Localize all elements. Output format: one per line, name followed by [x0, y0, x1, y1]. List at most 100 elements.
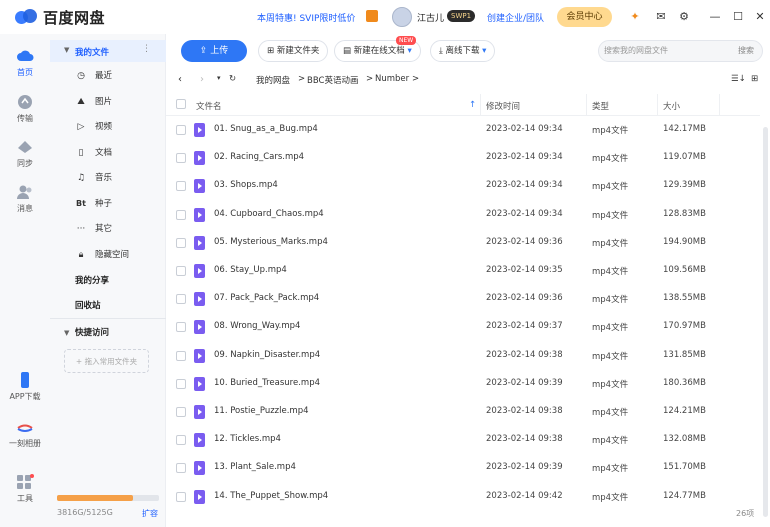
- sidebar-item-torrent[interactable]: Bt 种子: [50, 194, 166, 214]
- add-favorite-folder[interactable]: + 拖入常用文件夹: [64, 349, 149, 373]
- refresh-icon[interactable]: ↻: [229, 74, 236, 84]
- row-checkbox[interactable]: [176, 322, 186, 333]
- table-row[interactable]: 07. Pack_Pack_Pack.mp4 2023-02-14 09:36 mp…: [166, 285, 760, 313]
- file-name[interactable]: 03. Shops.mp4: [214, 180, 278, 190]
- sidebar-item-recycle[interactable]: 回收站: [50, 296, 166, 316]
- file-name[interactable]: 10. Buried_Treasure.mp4: [214, 378, 320, 388]
- file-name[interactable]: 11. Postie_Puzzle.mp4: [214, 406, 309, 416]
- scrollbar[interactable]: [763, 127, 768, 517]
- offline-download-button[interactable]: ⤓ 离线下载 ▾: [430, 40, 496, 62]
- sidebar-item-hidden-space[interactable]: 🔒︎ 隐藏空间: [50, 245, 166, 265]
- more-options-icon[interactable]: ⋮: [142, 44, 151, 54]
- header-modified[interactable]: 修改时间: [486, 100, 520, 112]
- history-dropdown-icon[interactable]: ▾: [217, 74, 221, 82]
- sidebar-item-video[interactable]: ▷ 视频: [50, 117, 166, 137]
- table-row[interactable]: 14. The_Puppet_Show.mp4 2023-02-14 09:42 m…: [166, 483, 760, 511]
- row-checkbox[interactable]: [176, 237, 186, 248]
- row-checkbox[interactable]: [176, 209, 186, 220]
- back-icon[interactable]: ‹: [178, 74, 182, 85]
- header-type[interactable]: 类型: [592, 100, 609, 112]
- forward-icon[interactable]: ›: [200, 74, 204, 85]
- file-name[interactable]: 09. Napkin_Disaster.mp4: [214, 350, 320, 360]
- file-name[interactable]: 14. The_Puppet_Show.mp4: [214, 491, 328, 501]
- breadcrumb-folder[interactable]: BBC英语动画: [307, 74, 358, 86]
- avatar[interactable]: [392, 7, 412, 27]
- rail-message[interactable]: 消息: [0, 184, 50, 214]
- row-checkbox[interactable]: [176, 266, 186, 276]
- sidebar-item-images[interactable]: ⛰ 图片: [50, 92, 166, 112]
- quick-access-header[interactable]: ▼ 快捷访问: [50, 323, 166, 343]
- table-row[interactable]: 04. Cupboard_Chaos.mp4 2023-02-14 09:34 mp…: [166, 201, 760, 229]
- username[interactable]: 江古儿: [417, 11, 444, 24]
- header-size[interactable]: 大小: [663, 100, 680, 112]
- table-row[interactable]: 05. Mysterious_Marks.mp4 2023-02-14 09:36…: [166, 229, 760, 257]
- table-row[interactable]: 09. Napkin_Disaster.mp4 2023-02-14 09:38 m…: [166, 342, 760, 370]
- table-header: 文件名 ↑ 修改时间 类型 大小: [166, 94, 760, 116]
- row-checkbox[interactable]: [176, 294, 186, 305]
- vip-center-button[interactable]: 会员中心: [557, 7, 612, 27]
- rail-transfer[interactable]: 传输: [0, 94, 50, 124]
- file-name[interactable]: 08. Wrong_Way.mp4: [214, 321, 300, 331]
- close-icon[interactable]: ✕: [752, 9, 768, 25]
- file-name[interactable]: 01. Snug_as_a_Bug.mp4: [214, 124, 318, 134]
- table-row[interactable]: 08. Wrong_Way.mp4 2023-02-14 09:37 mp4文件 17…: [166, 313, 760, 341]
- file-name[interactable]: 06. Stay_Up.mp4: [214, 265, 287, 275]
- rail-album[interactable]: 一刻相册: [0, 419, 50, 449]
- search-button[interactable]: 搜索: [738, 41, 754, 61]
- row-checkbox[interactable]: [176, 378, 186, 389]
- table-row[interactable]: 13. Plant_Sale.mp4 2023-02-14 09:39 mp4文件 1…: [166, 454, 760, 482]
- select-all-checkbox[interactable]: [176, 99, 186, 109]
- svip-promo-link[interactable]: 本周特惠! SVIP限时低价: [257, 11, 355, 24]
- file-name[interactable]: 05. Mysterious_Marks.mp4: [214, 237, 328, 247]
- sidebar-item-docs[interactable]: ▯ 文档: [50, 143, 166, 163]
- file-name[interactable]: 13. Plant_Sale.mp4: [214, 462, 296, 472]
- rail-app-download[interactable]: APP下载: [0, 372, 50, 402]
- gift-icon[interactable]: [366, 10, 378, 22]
- caret-down-icon[interactable]: ▼: [64, 46, 69, 54]
- sidebar-item-music[interactable]: ♫ 音乐: [50, 168, 166, 188]
- file-name[interactable]: 04. Cupboard_Chaos.mp4: [214, 209, 324, 219]
- table-row[interactable]: 06. Stay_Up.mp4 2023-02-14 09:35 mp4文件 109.…: [166, 257, 760, 285]
- mail-icon[interactable]: ✉: [653, 9, 669, 25]
- create-enterprise-link[interactable]: 创建企业/团队: [487, 11, 544, 24]
- breadcrumb-root[interactable]: 我的网盘: [256, 74, 290, 86]
- row-checkbox[interactable]: [176, 153, 186, 164]
- search-input[interactable]: 搜索我的网盘文件 搜索: [598, 40, 763, 62]
- row-checkbox[interactable]: [176, 350, 186, 361]
- row-checkbox[interactable]: [176, 491, 186, 502]
- table-row[interactable]: 10. Buried_Treasure.mp4 2023-02-14 09:39 m…: [166, 370, 760, 398]
- sort-asc-icon[interactable]: ↑: [469, 100, 476, 110]
- row-checkbox[interactable]: [176, 407, 186, 417]
- file-name[interactable]: 02. Racing_Cars.mp4: [214, 152, 304, 162]
- table-row[interactable]: 12. Tickles.mp4 2023-02-14 09:38 mp4文件 132.…: [166, 426, 760, 454]
- table-row[interactable]: 01. Snug_as_a_Bug.mp4 2023-02-14 09:34 mp4…: [166, 116, 760, 144]
- expand-storage-link[interactable]: 扩容: [142, 508, 158, 519]
- row-checkbox[interactable]: [176, 181, 186, 192]
- table-row[interactable]: 02. Racing_Cars.mp4 2023-02-14 09:34 mp4文件…: [166, 144, 760, 172]
- maximize-icon[interactable]: ☐: [730, 9, 746, 25]
- minimize-icon[interactable]: —: [707, 9, 723, 25]
- sidebar-item-my-share[interactable]: 我的分享: [50, 271, 166, 291]
- table-row[interactable]: 11. Postie_Puzzle.mp4 2023-02-14 09:38 mp4…: [166, 398, 760, 426]
- file-name[interactable]: 07. Pack_Pack_Pack.mp4: [214, 293, 319, 303]
- rail-sync[interactable]: 同步: [0, 139, 50, 169]
- header-name[interactable]: 文件名: [196, 100, 222, 112]
- transfer-icon: [18, 95, 32, 109]
- breadcrumb-current[interactable]: Number: [375, 74, 409, 84]
- new-folder-button[interactable]: ⊞ 新建文件夹: [258, 40, 329, 62]
- rail-tools[interactable]: 工具: [0, 474, 50, 504]
- settings-icon[interactable]: ⚙: [676, 9, 692, 25]
- row-checkbox[interactable]: [176, 435, 186, 446]
- game-icon[interactable]: ✦: [627, 9, 643, 25]
- upload-button[interactable]: ⇪ 上传: [181, 40, 247, 62]
- rail-home[interactable]: 首页: [0, 48, 50, 78]
- table-row[interactable]: 03. Shops.mp4 2023-02-14 09:34 mp4文件 129.39…: [166, 172, 760, 200]
- my-files-header[interactable]: ▼ 我的文件 ⋮: [50, 40, 166, 62]
- file-name[interactable]: 12. Tickles.mp4: [214, 434, 281, 444]
- sidebar-item-recent[interactable]: ◷ 最近: [50, 66, 166, 86]
- row-checkbox[interactable]: [176, 125, 186, 135]
- grid-view-icon[interactable]: ⊞: [751, 74, 758, 84]
- row-checkbox[interactable]: [176, 463, 186, 474]
- sidebar-item-other[interactable]: ··· 其它: [50, 219, 166, 239]
- sort-icon[interactable]: ☰↓: [731, 74, 746, 84]
